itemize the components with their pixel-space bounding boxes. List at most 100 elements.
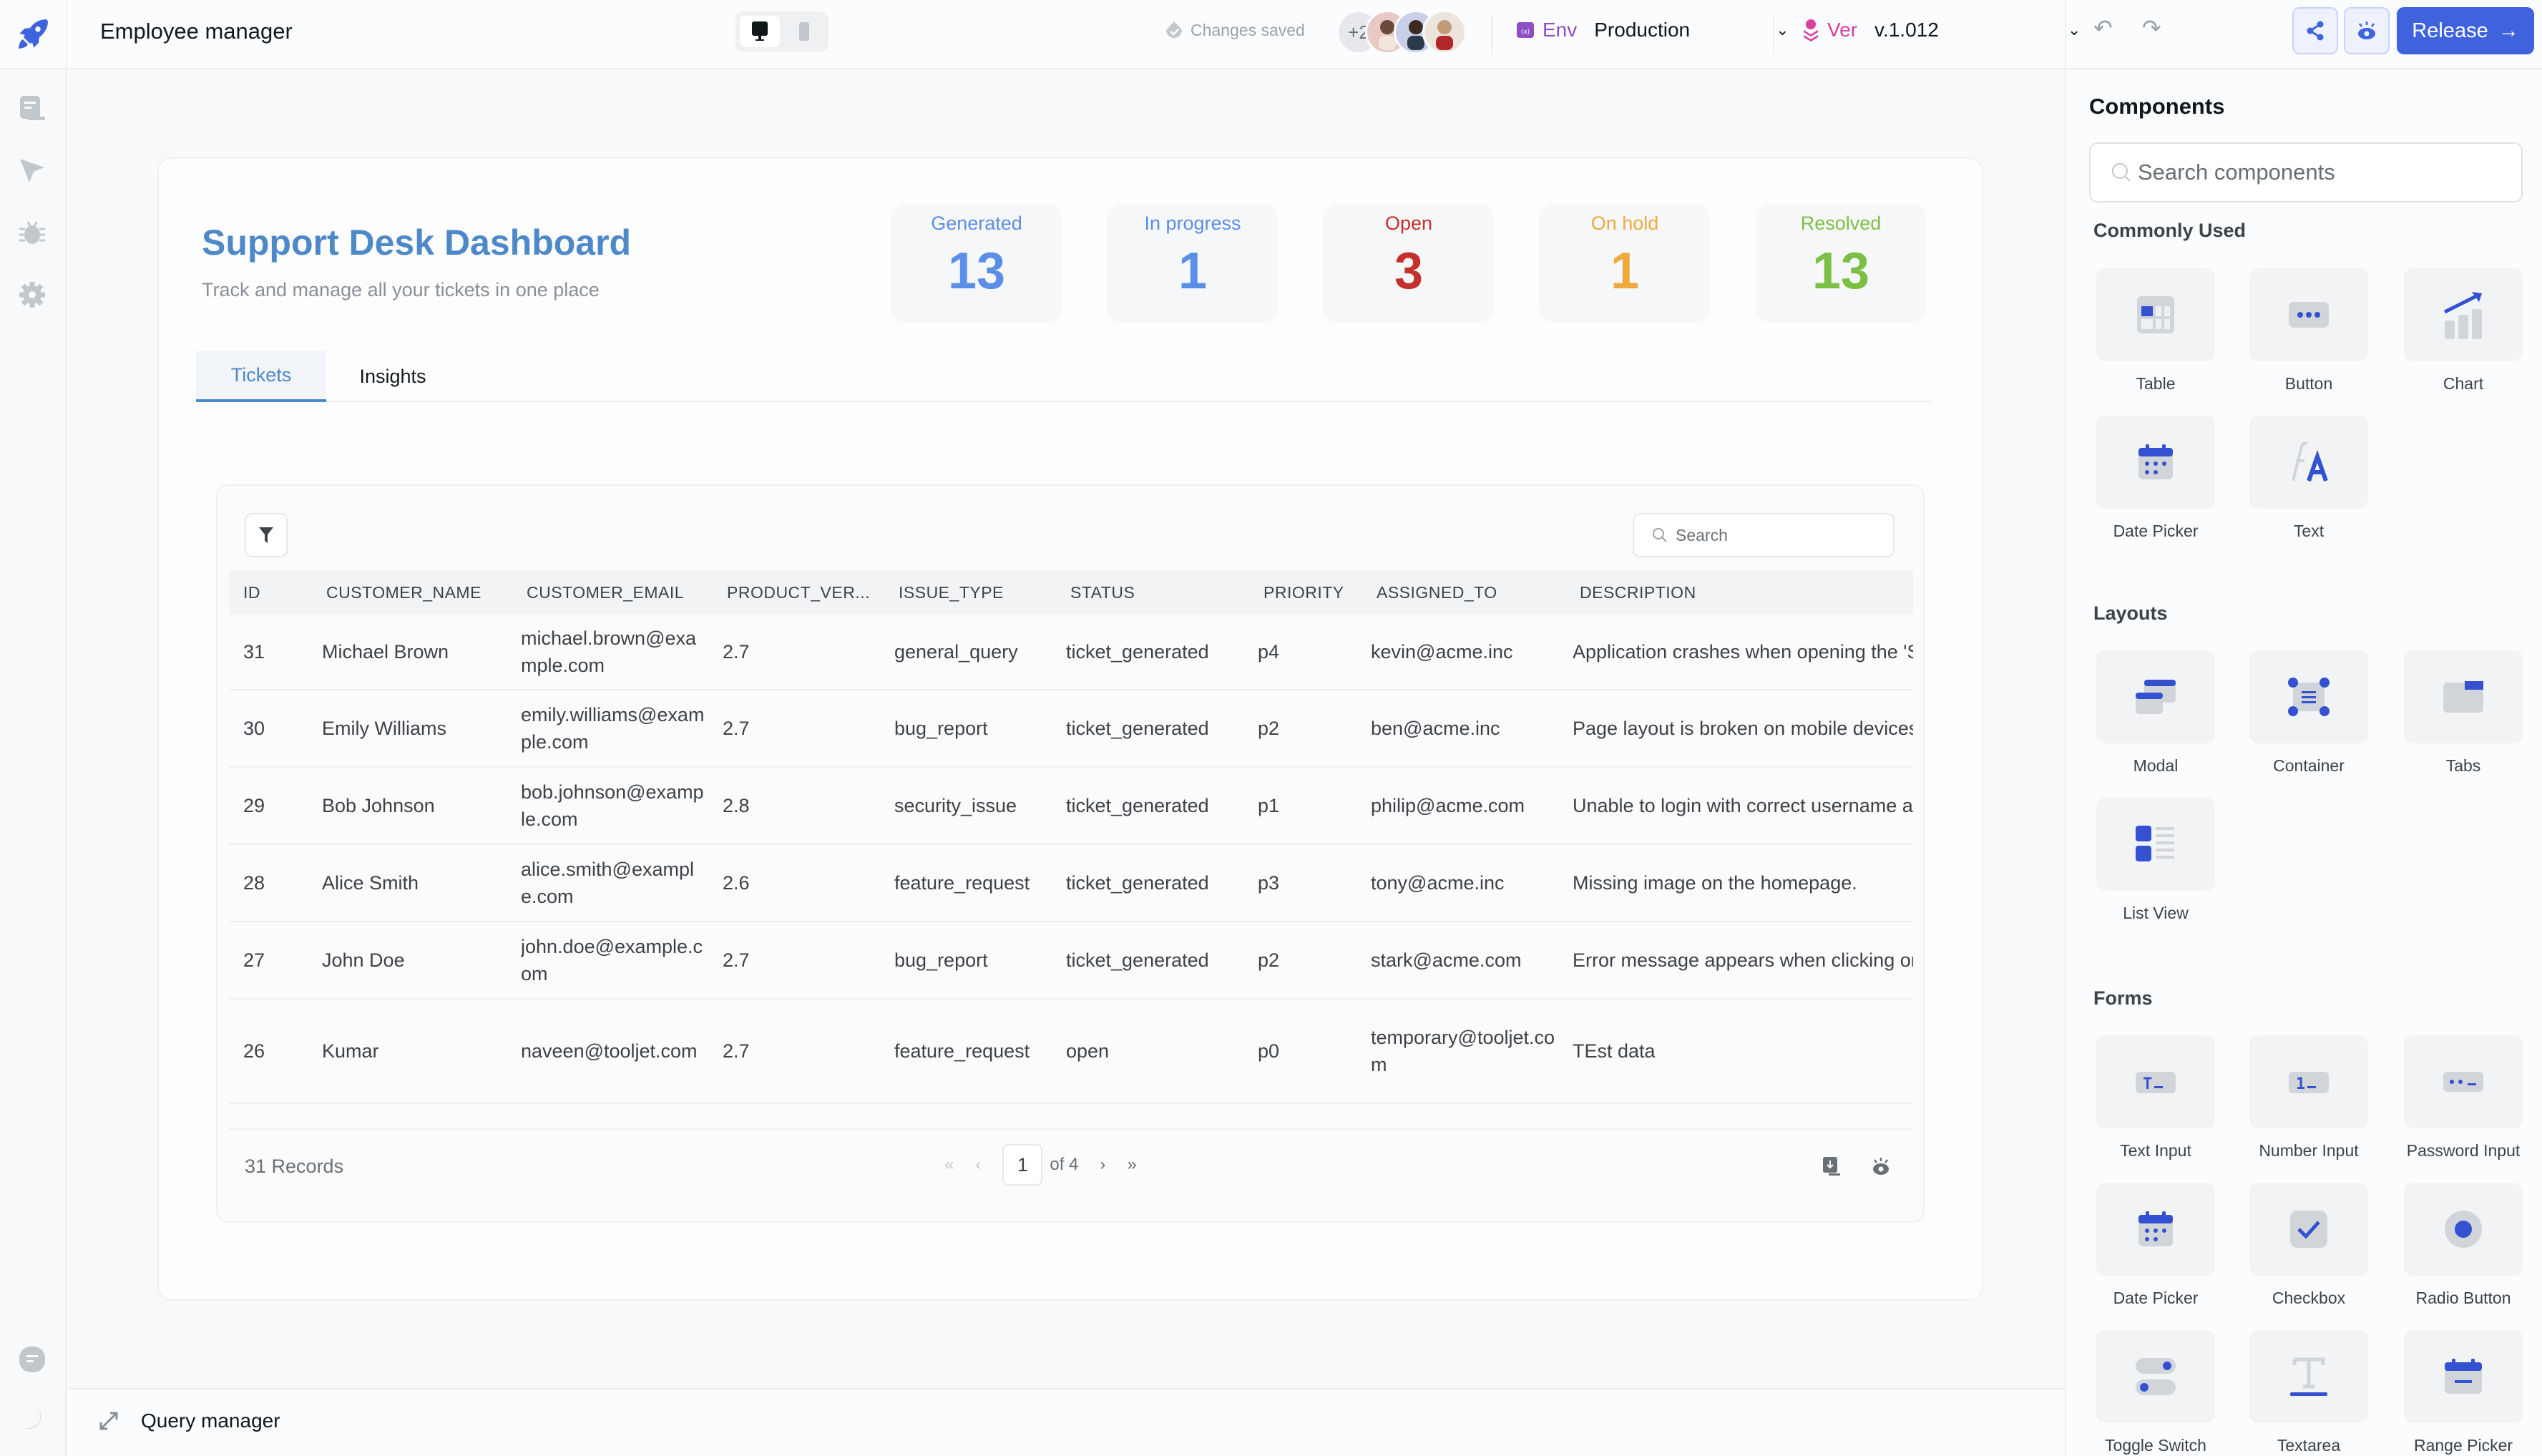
cell-issue-type: bug_report (894, 718, 988, 739)
component-table[interactable]: Table (2096, 268, 2215, 394)
svg-text:T: T (2143, 1075, 2152, 1093)
query-manager-bar: Query manager (68, 1388, 2065, 1456)
version-selector[interactable]: Ver v.1.012 ⌄ (1802, 19, 2081, 41)
collaborators[interactable]: +2 (1336, 10, 1467, 54)
component-number-input[interactable]: 1 Number Input (2249, 1035, 2368, 1161)
table-row[interactable]: 26 Kumar naveen@tooljet.com 2.7 feature_requ… (229, 1000, 1913, 1104)
component-text-input[interactable]: T Text Input (2096, 1035, 2215, 1161)
chart-icon (2404, 268, 2523, 361)
environment-selector[interactable]: (x) Env Production ⌄ (1515, 19, 1789, 41)
component-toggle-switch[interactable]: Toggle Switch (2096, 1330, 2215, 1455)
table-row[interactable]: 31 Michael Brown michael.brown@example.com… (229, 615, 1913, 690)
preview-button[interactable] (2344, 7, 2390, 54)
filter-icon (259, 527, 273, 543)
download-icon[interactable] (1822, 1155, 1842, 1177)
component-modal[interactable]: Modal (2096, 650, 2215, 776)
component-search-input[interactable]: Search components (2089, 142, 2523, 202)
column-visibility-eye-icon[interactable] (1870, 1155, 1892, 1177)
undo-icon[interactable]: ↶ (2093, 14, 2113, 41)
cell-customer-name: Emily Williams (322, 718, 446, 739)
tab-insights[interactable]: Insights (326, 351, 459, 402)
cell-assigned-to: stark@acme.com (1371, 949, 1522, 971)
column-header-issue-type[interactable]: ISSUE_TYPE (899, 583, 1004, 602)
search-placeholder: Search (1676, 525, 1728, 544)
cell-id: 30 (243, 718, 265, 739)
release-button[interactable]: Release → (2397, 7, 2534, 54)
table-actions (1822, 1155, 1892, 1177)
component-tabs[interactable]: Tabs (2404, 650, 2523, 776)
query-manager-toggle[interactable]: Query manager (98, 1409, 280, 1432)
modal-icon (2096, 650, 2215, 743)
cell-priority: p3 (1258, 872, 1280, 894)
column-header-priority[interactable]: PRIORITY (1263, 583, 1344, 602)
release-label: Release (2412, 19, 2488, 42)
component-range-picker[interactable]: Range Picker (2404, 1330, 2523, 1455)
current-page-input[interactable]: 1 (1002, 1144, 1043, 1186)
component-text[interactable]: Text (2249, 416, 2368, 541)
table-row[interactable]: 28 Alice Smith alice.smith@example.com 2.6 f… (229, 845, 1913, 922)
components-panel: Components Search components Commonly Us… (2066, 69, 2542, 1456)
cell-customer-email: bob.johnson@example.com (521, 781, 704, 830)
app-title: Employee manager (100, 19, 293, 44)
component-textarea[interactable]: Textarea (2249, 1330, 2368, 1455)
pages-icon[interactable] (16, 92, 49, 125)
stat-card-resolved: Resolved 13 (1756, 204, 1926, 323)
section-title: Layouts (2093, 602, 2168, 624)
share-button[interactable] (2292, 7, 2338, 54)
previous-page-icon[interactable]: ‹ (975, 1155, 981, 1175)
radio-button-icon (2404, 1183, 2523, 1276)
component-list-view[interactable]: List View (2096, 798, 2215, 923)
component-password-input[interactable]: Password Input (2404, 1035, 2523, 1161)
table-row[interactable]: 29 Bob Johnson bob.johnson@example.com 2.8 s… (229, 768, 1913, 845)
component-button[interactable]: Button (2249, 268, 2368, 394)
first-page-icon[interactable]: « (944, 1155, 954, 1175)
component-checkbox[interactable]: Checkbox (2249, 1183, 2368, 1308)
chat-comments-icon[interactable] (16, 1343, 49, 1376)
column-header-assigned-to[interactable]: ASSIGNED_TO (1377, 583, 1570, 602)
table-header: ID CUSTOMER_NAME CUSTOMER_EMAIL PRODUCT_… (229, 570, 1913, 615)
table-row[interactable]: 27 John Doe john.doe@example.com 2.7 bug_rep… (229, 922, 1913, 1000)
cell-customer-name: Alice Smith (322, 872, 419, 894)
column-header-status[interactable]: STATUS (1070, 583, 1135, 602)
stat-card-on-hold: On hold 1 (1540, 204, 1710, 323)
column-header-customer-email[interactable]: CUSTOMER_EMAIL (527, 583, 713, 602)
component-search-placeholder: Search components (2138, 160, 2335, 185)
column-header-customer-name[interactable]: CUSTOMER_NAME (326, 583, 481, 602)
component-label: Textarea (2277, 1436, 2341, 1455)
cell-assigned-to: philip@acme.com (1371, 795, 1525, 816)
cell-priority: p0 (1258, 1040, 1280, 1062)
component-label: Table (2136, 374, 2176, 393)
filter-button[interactable] (245, 513, 288, 557)
next-page-icon[interactable]: › (1100, 1155, 1105, 1175)
table-row[interactable]: 30 Emily Williams emily.williams@example.c… (229, 690, 1913, 768)
component-label: Number Input (2259, 1141, 2359, 1160)
component-date-picker[interactable]: Date Picker (2096, 416, 2215, 541)
inspector-cursor-icon[interactable] (16, 154, 49, 187)
desktop-view-button[interactable] (740, 16, 780, 47)
rocket-logo-icon[interactable] (13, 14, 53, 54)
debugger-bug-icon[interactable] (16, 217, 49, 250)
chevron-down-icon: ⌄ (2067, 21, 2081, 39)
stat-label: In progress (1144, 212, 1241, 234)
tab-tickets[interactable]: Tickets (196, 351, 326, 402)
arrow-right-icon: → (2498, 19, 2519, 42)
table-search-input[interactable]: Search (1633, 513, 1895, 557)
redo-icon[interactable]: ↷ (2142, 14, 2161, 41)
cell-priority: p2 (1258, 718, 1280, 739)
component-radio-button[interactable]: Radio Button (2404, 1183, 2523, 1308)
avatar[interactable] (1422, 10, 1467, 54)
mobile-view-button[interactable] (784, 16, 824, 47)
component-chart[interactable]: Chart (2404, 268, 2523, 394)
cell-assigned-to: kevin@acme.inc (1371, 641, 1513, 663)
dark-mode-moon-icon[interactable] (16, 1403, 49, 1436)
component-label: Tabs (2445, 756, 2481, 775)
column-header-id[interactable]: ID (243, 583, 260, 602)
component-container[interactable]: Container (2249, 650, 2368, 776)
column-header-description[interactable]: DESCRIPTION (1580, 583, 1920, 602)
last-page-icon[interactable]: » (1127, 1155, 1136, 1175)
settings-gear-icon[interactable] (16, 278, 49, 311)
column-header-product-version[interactable]: PRODUCT_VER... (727, 583, 870, 602)
stat-card-generated: Generated 13 (891, 204, 1062, 323)
cell-product-version: 2.7 (723, 718, 750, 739)
component-date-picker[interactable]: Date Picker (2096, 1183, 2215, 1308)
